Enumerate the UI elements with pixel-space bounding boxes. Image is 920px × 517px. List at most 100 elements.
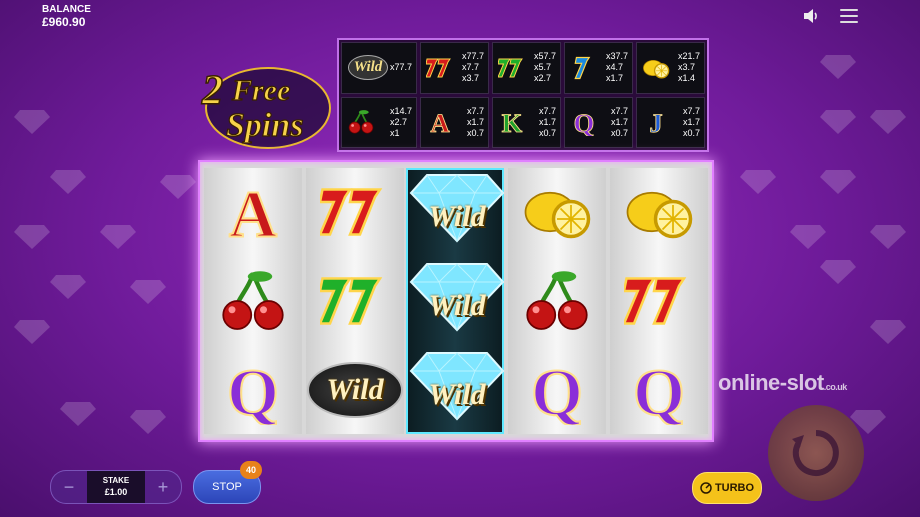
diamond-decoration-icon — [100, 225, 136, 249]
red-seven-symbol — [610, 257, 708, 345]
payout-value: x1.4 — [677, 73, 695, 84]
payout-value: x1.7 — [539, 116, 557, 127]
queen-icon: Q — [569, 107, 599, 137]
balance-value: £960.90 — [42, 15, 86, 29]
diamond-decoration-icon — [14, 225, 50, 249]
svg-text:K: K — [502, 108, 523, 136]
payout-value: x3.7 — [461, 73, 479, 84]
diamond-wild-symbol: Wild — [408, 170, 506, 258]
lemon-icon — [641, 53, 671, 83]
payout-value: x5.7 — [533, 62, 551, 73]
queen-symbol: Q — [610, 346, 708, 434]
svg-text:Q: Q — [633, 357, 685, 426]
diamond-decoration-icon — [60, 402, 96, 426]
jack-icon: J — [641, 107, 671, 137]
paytable-payouts: x7.7 x1.7 x0.7 — [611, 106, 628, 139]
paytable-cell-lemon: x21.7 x3.7 x1.4 — [636, 42, 705, 94]
payout-value: x0.7 — [610, 127, 628, 138]
watermark-suffix: .co.uk — [823, 382, 848, 392]
stake-increase-button[interactable]: + — [145, 471, 181, 503]
free-spins-line2: Spins — [226, 107, 304, 144]
red-seven-symbol — [306, 168, 404, 256]
paytable-cell-red-seven: x77.7 x7.7 x3.7 — [420, 42, 490, 94]
lemon-icon — [524, 191, 591, 239]
payout-value: x7.7 — [461, 62, 479, 73]
paytable-cell-cherry: x14.7 x2.7 x1 — [341, 96, 418, 148]
speaker-icon[interactable] — [802, 8, 820, 24]
paytable-payouts: x7.7 x1.7 x0.7 — [539, 106, 556, 139]
green-seven-icon — [497, 53, 527, 83]
svg-text:A: A — [430, 108, 450, 136]
diamond-decoration-icon — [50, 275, 86, 299]
diamond-decoration-icon — [790, 225, 826, 249]
stop-label: STOP — [212, 481, 242, 493]
blue-seven-icon — [569, 53, 599, 83]
svg-text:J: J — [649, 108, 662, 136]
wild-symbol: Wild — [306, 346, 404, 434]
payout-value: x7.7 — [539, 105, 557, 116]
green-seven-symbol — [306, 257, 404, 345]
payout-value: x3.7 — [677, 62, 695, 73]
paytable-cell-blue-seven: x37.7 x4.7 x1.7 — [564, 42, 633, 94]
payout-value: x7.7 — [610, 105, 628, 116]
wild-symbol-label: Wild — [347, 55, 389, 81]
payout-value: x1.7 — [610, 116, 628, 127]
turbo-label: TURBO — [714, 482, 755, 494]
svg-text:A: A — [229, 179, 277, 248]
red-seven-icon — [624, 277, 687, 325]
payout-value: x1.7 — [682, 116, 700, 127]
stake-label: STAKE — [102, 476, 130, 485]
paytable-payouts: x57.7 x5.7 x2.7 — [534, 51, 556, 84]
lemon-icon — [626, 191, 693, 239]
paytable-cell-ace: Ax7.7 x1.7 x0.7 — [420, 96, 490, 148]
paytable-payouts: x14.7 x2.7 x1 — [390, 106, 412, 139]
ace-icon: A — [425, 107, 455, 137]
green-seven-icon — [320, 277, 383, 325]
free-spins-count: 2 — [201, 68, 223, 114]
payout-value: x1.7 — [467, 116, 485, 127]
paytable-cell-queen: Qx7.7 x1.7 x0.7 — [564, 96, 633, 148]
red-seven-icon — [320, 188, 383, 236]
payout-value: x77.7 — [390, 62, 413, 73]
free-spins-line1: Free — [231, 74, 290, 107]
stake-decrease-button[interactable]: − — [51, 471, 87, 503]
diamond-decoration-icon — [820, 110, 856, 134]
cherry-icon — [526, 271, 588, 330]
payout-value: x0.7 — [682, 127, 700, 138]
red-seven-icon — [425, 53, 455, 83]
queen-icon: Q — [226, 355, 280, 425]
hamburger-menu-icon[interactable] — [840, 9, 858, 23]
cherry-icon — [346, 107, 376, 137]
diamond-decoration-icon — [130, 280, 166, 304]
reel-3: Wild Wild Wild — [406, 168, 506, 434]
spin-button[interactable] — [768, 405, 864, 501]
lemon-symbol — [610, 168, 708, 256]
payout-value: x7.7 — [682, 105, 700, 116]
diamond-decoration-icon — [820, 260, 856, 284]
wild-text: Wild — [428, 378, 486, 411]
stake-control: − STAKE £1.00 + — [50, 470, 182, 504]
paytable-payouts: x7.7 x1.7 x0.7 — [467, 106, 484, 139]
payout-value: x1 — [390, 127, 400, 138]
svg-text:Q: Q — [531, 357, 583, 426]
payout-value: x21.7 — [677, 51, 700, 62]
payout-value: x77.7 — [461, 51, 485, 62]
payout-value: x2.7 — [390, 116, 408, 127]
diamond-decoration-icon — [820, 170, 856, 194]
king-icon: K — [497, 107, 527, 137]
reel-4: Q — [508, 168, 606, 434]
turbo-button[interactable]: TURBO — [692, 472, 762, 504]
diamond-decoration-icon — [870, 225, 906, 249]
paytable-cell-jack: Jx7.7 x1.7 x0.7 — [636, 96, 705, 148]
plus-icon: + — [157, 476, 169, 497]
reel-2: Wild — [306, 168, 404, 434]
payout-value: x4.7 — [605, 62, 623, 73]
paytable-payouts: x77.7 x7.7 x3.7 — [462, 51, 484, 84]
free-spins-badge: 2 Free Spins — [200, 67, 331, 149]
diamond-wild-symbol: Wild — [408, 259, 506, 347]
payout-value: x37.7 — [605, 51, 628, 62]
paytable-payouts: x77.7 — [390, 62, 412, 73]
diamond-decoration-icon — [14, 110, 50, 134]
paytable: Wild x77.7 x77.7 x7.7 x3.7 x57.7 x5.7 x2.7 x37.7… — [337, 38, 709, 152]
paytable-cell-king: Kx7.7 x1.7 x0.7 — [492, 96, 562, 148]
